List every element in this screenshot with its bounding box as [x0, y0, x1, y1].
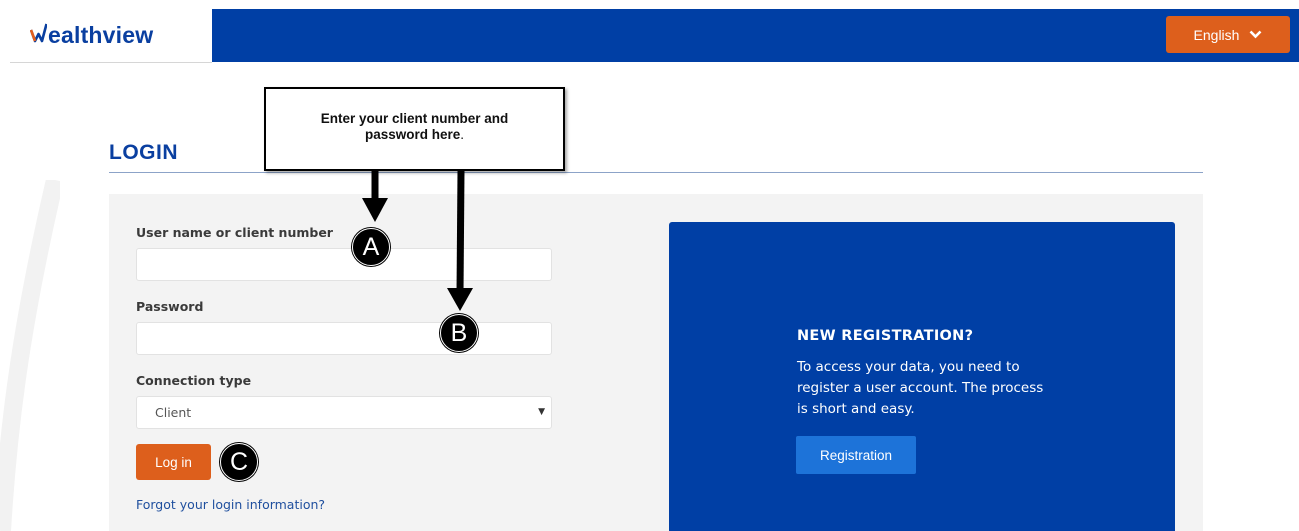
page-title: LOGIN: [109, 141, 178, 164]
annotation-callout: Enter your client number and password he…: [264, 87, 565, 171]
connection-type-label: Connection type: [136, 373, 252, 388]
language-label: English: [1193, 26, 1240, 43]
chevron-down-icon: [1250, 30, 1262, 39]
registration-description: To access your data, you need to registe…: [797, 359, 1044, 417]
marker-b: B: [440, 314, 478, 352]
callout-line-1: Enter your client number and: [320, 111, 509, 126]
password-label: Password: [136, 299, 204, 314]
caret-down-icon: ▼: [538, 407, 545, 417]
login-button[interactable]: Log in: [136, 444, 211, 480]
marker-c: C: [220, 443, 258, 481]
marker-a: A: [352, 228, 390, 266]
username-label: User name or client number: [136, 225, 333, 240]
logo[interactable]: ealthview: [0, 9, 212, 63]
language-dropdown[interactable]: English: [1166, 16, 1290, 53]
registration-title: NEW REGISTRATION?: [797, 328, 974, 344]
login-page: ealthview English LOGIN User name or cli…: [0, 0, 1299, 531]
callout-line-2: password here.: [364, 127, 465, 142]
password-input[interactable]: [136, 322, 552, 355]
wealthview-logo-icon: [30, 23, 47, 43]
header-bar: English: [212, 9, 1299, 62]
background-decoration: [0, 180, 60, 531]
username-input[interactable]: [136, 248, 552, 281]
title-divider: [109, 172, 1203, 173]
brand-name: ealthview: [48, 22, 154, 48]
connection-type-value: Client: [155, 405, 192, 420]
registration-card: NEW REGISTRATION? To access your data, y…: [669, 222, 1175, 531]
registration-button[interactable]: Registration: [796, 436, 916, 474]
connection-type-select[interactable]: Client ▼: [136, 396, 552, 429]
forgot-login-link[interactable]: Forgot your login information?: [136, 497, 325, 512]
